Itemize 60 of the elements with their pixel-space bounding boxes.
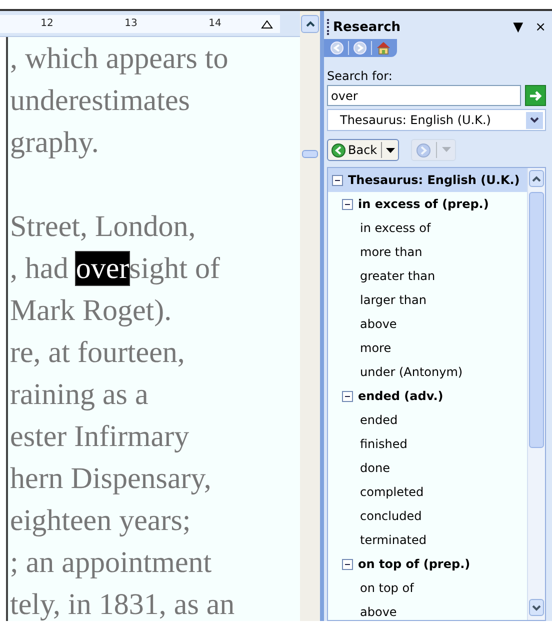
scroll-thumb[interactable] bbox=[302, 150, 318, 158]
text-line: ; an appointment bbox=[9, 545, 213, 581]
ruler-number: 14 bbox=[208, 18, 222, 29]
go-button[interactable] bbox=[525, 85, 546, 106]
close-button[interactable]: × bbox=[535, 20, 546, 34]
scroll-up-icon[interactable] bbox=[301, 15, 319, 33]
collapse-icon[interactable] bbox=[332, 174, 343, 186]
tree-item[interactable]: more than bbox=[328, 240, 527, 264]
text-line: tely, in 1831, as an bbox=[9, 587, 236, 621]
pane-menu-button[interactable]: ▼ bbox=[513, 20, 524, 34]
text-line: eighteen years; bbox=[9, 503, 192, 539]
ruler-number: 12 bbox=[40, 18, 54, 29]
collapse-icon[interactable] bbox=[342, 198, 353, 210]
scrollbar[interactable] bbox=[527, 168, 545, 620]
scrollbar[interactable] bbox=[300, 11, 320, 621]
text-line: Mark Roget). bbox=[9, 293, 173, 329]
tree-heading-label: ended (adv.) bbox=[358, 389, 444, 403]
text-line: , which appears to bbox=[9, 41, 230, 77]
text-line: ester Infirmary bbox=[9, 419, 190, 455]
back-button[interactable]: Back bbox=[327, 139, 400, 161]
tree-item[interactable]: greater than bbox=[328, 264, 527, 288]
ruler-number: 13 bbox=[124, 18, 138, 29]
scroll-up-icon[interactable] bbox=[529, 170, 544, 187]
scroll-thumb[interactable] bbox=[529, 192, 544, 448]
chevron-down-icon[interactable] bbox=[530, 117, 539, 123]
tree-item[interactable]: on top of bbox=[328, 576, 527, 600]
pane-title: Research bbox=[333, 20, 402, 34]
scroll-down-icon[interactable] bbox=[529, 599, 544, 616]
tree-item[interactable]: larger than bbox=[328, 288, 527, 312]
text-line: re, at fourteen, bbox=[9, 335, 186, 371]
text-line: raining as a bbox=[9, 377, 150, 413]
tree-item[interactable]: done bbox=[328, 456, 527, 480]
text-line: , had oversight of bbox=[9, 251, 221, 287]
tree-item[interactable]: finished bbox=[328, 432, 527, 456]
text-line: Street, London, bbox=[9, 209, 197, 245]
text-line: hern Dispensary, bbox=[9, 461, 212, 497]
caret-icon[interactable] bbox=[386, 148, 396, 154]
tree-item[interactable]: completed bbox=[328, 480, 527, 504]
text-line: graphy. bbox=[9, 125, 100, 161]
collapse-icon[interactable] bbox=[342, 558, 353, 570]
indent-marker-icon[interactable] bbox=[261, 18, 273, 28]
tree-item[interactable]: more bbox=[328, 336, 527, 360]
tree-heading-label: on top of (prep.) bbox=[358, 557, 470, 571]
tree-heading-label: in excess of (prep.) bbox=[358, 197, 489, 211]
source-dropdown[interactable]: Thesaurus: English (U.K.) bbox=[327, 109, 546, 131]
collapse-icon[interactable] bbox=[342, 390, 353, 402]
caret-icon bbox=[442, 147, 452, 153]
tree-item[interactable]: terminated bbox=[328, 528, 527, 552]
tree-item[interactable]: concluded bbox=[328, 504, 527, 528]
search-field[interactable]: over bbox=[327, 85, 521, 106]
tree-item[interactable]: above bbox=[328, 312, 527, 336]
tree-heading-label: Thesaurus: English (U.K.) bbox=[348, 173, 520, 187]
home-icon[interactable] bbox=[376, 41, 391, 55]
tree-item[interactable]: in excess of bbox=[328, 216, 527, 240]
arrow-right-icon bbox=[528, 90, 542, 102]
search-label: Search for: bbox=[327, 69, 394, 83]
tree-item[interactable]: above bbox=[328, 600, 527, 620]
tree-item[interactable]: under (Antonym) bbox=[328, 360, 527, 384]
text-line: underestimates bbox=[9, 83, 191, 119]
tree-item[interactable]: ended bbox=[328, 408, 527, 432]
